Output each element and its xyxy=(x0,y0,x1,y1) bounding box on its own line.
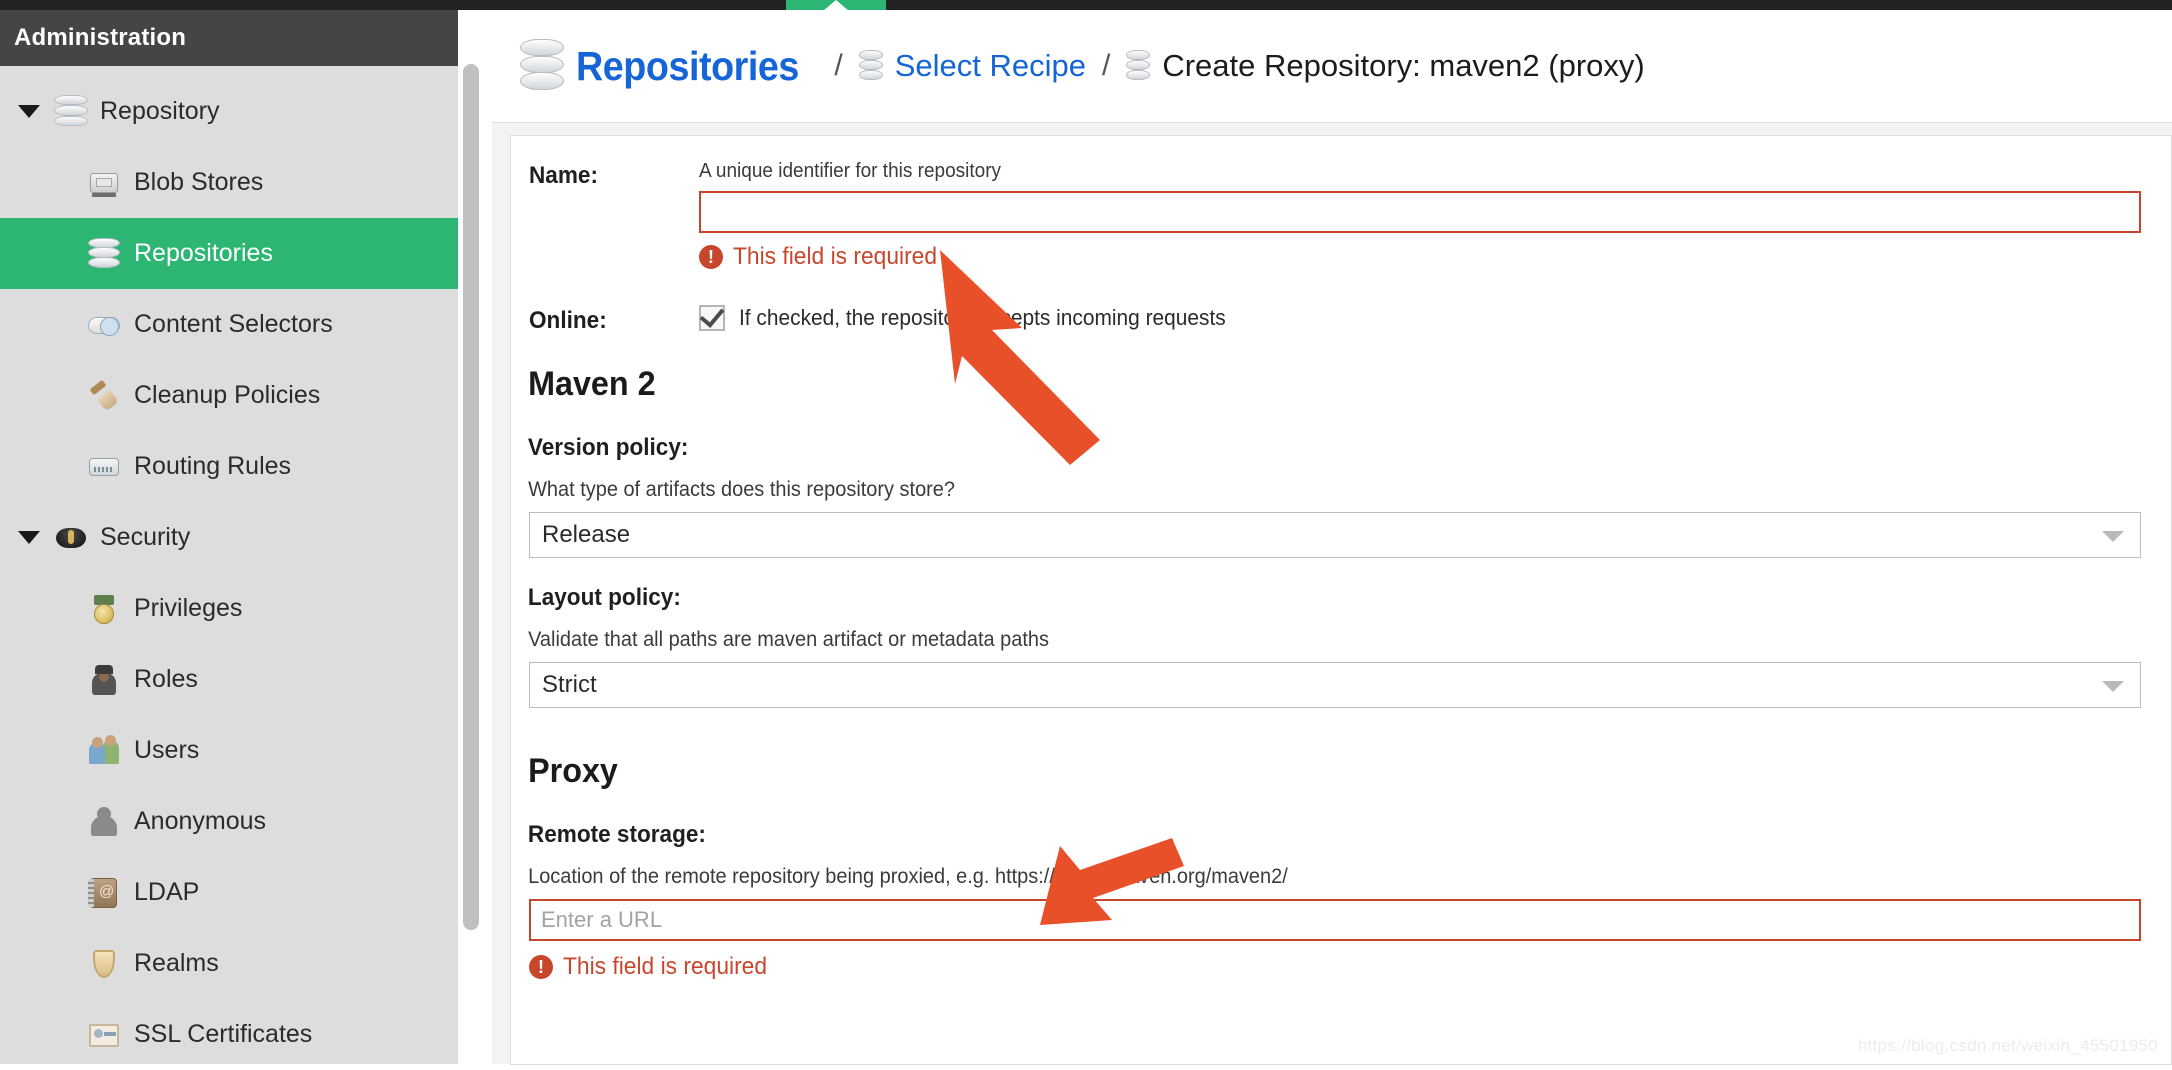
sidebar-item-ssl-certificates[interactable]: SSL Certificates xyxy=(0,999,458,1070)
version-policy-value: Release xyxy=(542,521,631,548)
check-icon xyxy=(699,302,725,328)
name-input[interactable] xyxy=(699,191,2141,233)
layout-policy-help: Validate that all paths are maven artifa… xyxy=(528,628,1049,651)
sidebar-title: Administration xyxy=(14,24,187,51)
toggle-icon xyxy=(88,309,120,341)
sidebar-group-label: Security xyxy=(100,523,191,551)
blob-store-icon xyxy=(88,167,120,199)
online-checkbox[interactable] xyxy=(699,302,725,331)
sidebar-item-label: Anonymous xyxy=(134,807,267,835)
name-label: Name: xyxy=(529,162,598,189)
sidebar: Administration Repository Blob Stores Re… xyxy=(0,10,458,1064)
content-band: Name: A unique identifier for this repos… xyxy=(492,122,2172,1065)
name-error-text: This field is required xyxy=(733,243,938,270)
field-row-name: Name: A unique identifier for this repos… xyxy=(511,136,2171,271)
version-policy-select[interactable]: Release xyxy=(529,512,2141,558)
chevron-down-icon[interactable] xyxy=(18,531,40,544)
create-repository-form: Name: A unique identifier for this repos… xyxy=(510,135,2172,1065)
sidebar-item-ldap[interactable]: LDAP xyxy=(0,857,458,928)
field-row-online: Online: If checked, the repository accep… xyxy=(511,283,2171,335)
sidebar-item-label: Roles xyxy=(134,665,198,693)
main-content: Repositories / Select Recipe / Create Re… xyxy=(492,10,2172,1065)
sidebar-item-anonymous[interactable]: Anonymous xyxy=(0,786,458,857)
certificate-icon xyxy=(88,1019,120,1051)
watermark-text: https://blog.csdn.net/weixin_45501950 xyxy=(1857,1036,2158,1055)
breadcrumb-item-repositories[interactable]: Repositories xyxy=(520,39,818,93)
shield-icon xyxy=(88,948,120,980)
breadcrumb-second-label[interactable]: Select Recipe xyxy=(895,48,1086,84)
exclamation-circle-icon: ! xyxy=(699,245,723,269)
sidebar-group-label: Repository xyxy=(100,97,220,125)
window-top-strip xyxy=(0,0,2172,11)
sidebar-item-roles[interactable]: Roles xyxy=(0,644,458,715)
sidebar-item-content-selectors[interactable]: Content Selectors xyxy=(0,289,458,360)
sidebar-group-security[interactable]: Security xyxy=(0,502,458,573)
breadcrumb-current-label: Create Repository: maven2 (proxy) xyxy=(1162,48,1645,83)
users-icon xyxy=(88,734,120,767)
sidebar-item-label: Repositories xyxy=(134,239,273,267)
remote-storage-help: Location of the remote repository being … xyxy=(528,865,1288,888)
chevron-down-icon[interactable] xyxy=(18,105,40,118)
sidebar-item-label: SSL Certificates xyxy=(134,1020,313,1048)
sidebar-item-label: Users xyxy=(134,736,200,764)
sidebar-item-routing-rules[interactable]: Routing Rules xyxy=(0,431,458,502)
sidebar-item-label: LDAP xyxy=(134,878,200,906)
officer-icon xyxy=(88,664,120,696)
sidebar-header: Administration xyxy=(0,10,458,66)
database-icon xyxy=(858,50,883,82)
breadcrumb-item-current: Create Repository: maven2 (proxy) xyxy=(1126,48,1645,84)
name-error-message: ! This field is required xyxy=(699,243,2141,271)
database-icon xyxy=(1126,50,1151,82)
chevron-down-icon[interactable] xyxy=(2102,531,2124,542)
breadcrumb-item-select-recipe[interactable]: Select Recipe xyxy=(858,48,1086,84)
database-icon xyxy=(520,39,564,93)
sidebar-item-realms[interactable]: Realms xyxy=(0,928,458,999)
version-policy-help: What type of artifacts does this reposit… xyxy=(528,478,956,501)
address-book-icon xyxy=(88,877,120,909)
version-policy-label: Version policy: xyxy=(527,434,689,461)
sidebar-scrollbar-thumb[interactable] xyxy=(463,64,479,930)
database-icon xyxy=(88,237,120,270)
sidebar-item-repositories[interactable]: Repositories xyxy=(0,218,458,289)
section-heading-proxy: Proxy xyxy=(528,752,618,790)
active-tab-indicator xyxy=(786,0,886,11)
layout-policy-value: Strict xyxy=(542,671,597,698)
sidebar-item-label: Routing Rules xyxy=(134,452,292,480)
online-label: Online: xyxy=(529,307,607,334)
sidebar-item-blob-stores[interactable]: Blob Stores xyxy=(0,147,458,218)
sidebar-item-label: Cleanup Policies xyxy=(134,381,321,409)
broom-icon xyxy=(88,379,120,412)
database-icon xyxy=(54,94,88,129)
breadcrumb-separator: / xyxy=(834,49,843,82)
sidebar-item-privileges[interactable]: Privileges xyxy=(0,573,458,644)
online-checkbox-row[interactable]: If checked, the repository accepts incom… xyxy=(699,283,2141,331)
layout-policy-select[interactable]: Strict xyxy=(529,662,2141,708)
router-icon xyxy=(88,451,120,483)
section-heading-maven2: Maven 2 xyxy=(528,365,656,403)
anonymous-user-icon xyxy=(88,806,120,838)
name-help-text: A unique identifier for this repository xyxy=(699,160,1002,182)
sidebar-item-label: Privileges xyxy=(134,594,243,622)
online-description: If checked, the repository accepts incom… xyxy=(739,305,1226,330)
sidebar-nav-list: Repository Blob Stores Repositories Cont… xyxy=(0,66,458,1070)
sidebar-item-label: Blob Stores xyxy=(134,168,264,196)
layout-policy-label: Layout policy: xyxy=(527,584,681,611)
breadcrumb: Repositories / Select Recipe / Create Re… xyxy=(492,10,2172,122)
remote-storage-error-text: This field is required xyxy=(563,953,768,980)
chevron-down-icon[interactable] xyxy=(2102,681,2124,692)
remote-storage-input[interactable] xyxy=(529,899,2141,941)
sidebar-group-repository[interactable]: Repository xyxy=(0,76,458,147)
sidebar-item-cleanup-policies[interactable]: Cleanup Policies xyxy=(0,360,458,431)
remote-storage-error-message: ! This field is required xyxy=(529,953,2171,981)
breadcrumb-root-label[interactable]: Repositories xyxy=(576,43,799,90)
remote-storage-label: Remote storage: xyxy=(527,821,706,848)
sidebar-item-label: Realms xyxy=(134,949,219,977)
sidebar-item-label: Content Selectors xyxy=(134,310,333,338)
sidebar-item-users[interactable]: Users xyxy=(0,715,458,786)
medal-icon xyxy=(88,593,120,625)
exclamation-circle-icon: ! xyxy=(529,955,553,979)
breadcrumb-separator: / xyxy=(1101,49,1111,82)
police-hat-icon xyxy=(54,521,88,555)
